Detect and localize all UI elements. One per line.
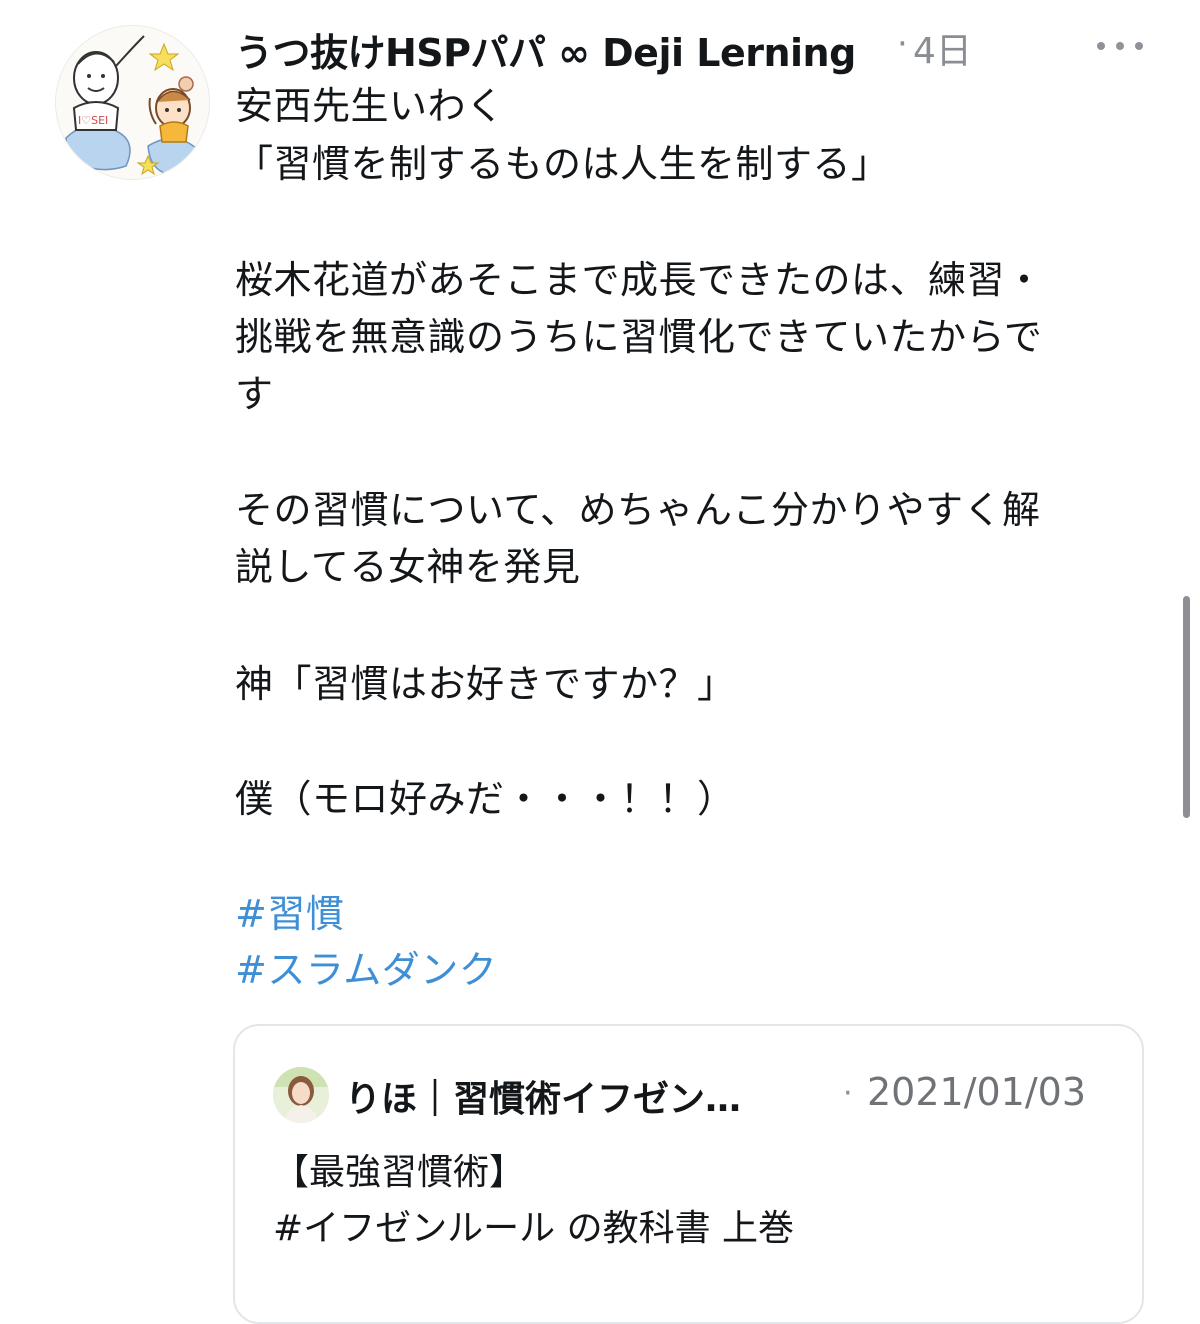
scrollbar[interactable] <box>1183 596 1190 818</box>
quoted-tweet-card[interactable]: りほ｜習慣術イフゼン… · 2021/01/03 【最強習慣術】 #イフゼンルー… <box>233 1024 1144 1324</box>
quote-date[interactable]: 2021/01/03 <box>867 1070 1086 1114</box>
quote-author-avatar[interactable] <box>273 1067 329 1123</box>
tweet-text-line: 僕（モロ好みだ・・・！！） <box>235 777 736 821</box>
quote-author-name[interactable]: りほ｜習慣術イフゼン… <box>345 1070 741 1122</box>
tweet-text-line: その習慣について、めちゃんこ分かりやすく解 <box>235 488 1041 532</box>
author-avatar[interactable]: I♡SEI <box>55 25 210 180</box>
tweet-body: うつ抜けHSPパパ ∞ Deji Lerning · 4日 <box>235 18 1143 77</box>
tweet-text-line: 桜木花道があそこまで成長できたのは、練習・ <box>235 258 1044 302</box>
more-horizontal-icon <box>1097 42 1143 50</box>
avatar-caption: I♡SEI <box>78 114 108 127</box>
tweet-text-line: す <box>235 372 274 416</box>
author-display-name[interactable]: うつ抜けHSPパパ ∞ Deji Lerning <box>235 22 856 77</box>
illustrated-avatar-icon: I♡SEI <box>56 26 209 179</box>
tweet[interactable]: I♡SEI うつ抜けHSPパパ ∞ Deji Lerning · 4日 安西先生… <box>0 0 1200 1324</box>
tweet-text-line: 説してる女神を発見 <box>235 545 581 589</box>
tweet-timestamp[interactable]: 4日 <box>913 22 972 74</box>
time-separator: · <box>897 24 908 64</box>
tweet-text-line: 安西先生いわく <box>235 84 505 128</box>
hashtag-link[interactable]: #習慣 <box>235 890 344 938</box>
hashtag-link[interactable]: #スラムダンク <box>235 946 497 994</box>
tweet-text-line: 神「習慣はお好きですか？」 <box>235 662 736 706</box>
quote-text-line: #イフゼンルール の教科書 上巻 <box>273 1208 795 1249</box>
tweet-text-line: 「習慣を制するものは人生を制する」 <box>235 142 890 186</box>
tweet-header: うつ抜けHSPパパ ∞ Deji Lerning · 4日 <box>235 18 1143 77</box>
user-photo-avatar-icon <box>273 1067 329 1123</box>
quote-text-line: 【最強習慣術】 <box>273 1152 526 1193</box>
tweet-text-line: 挑戦を無意識のうちに習慣化できていたからで <box>235 315 1043 359</box>
quote-time-separator: · <box>843 1076 853 1111</box>
more-options-button[interactable] <box>1097 26 1143 66</box>
